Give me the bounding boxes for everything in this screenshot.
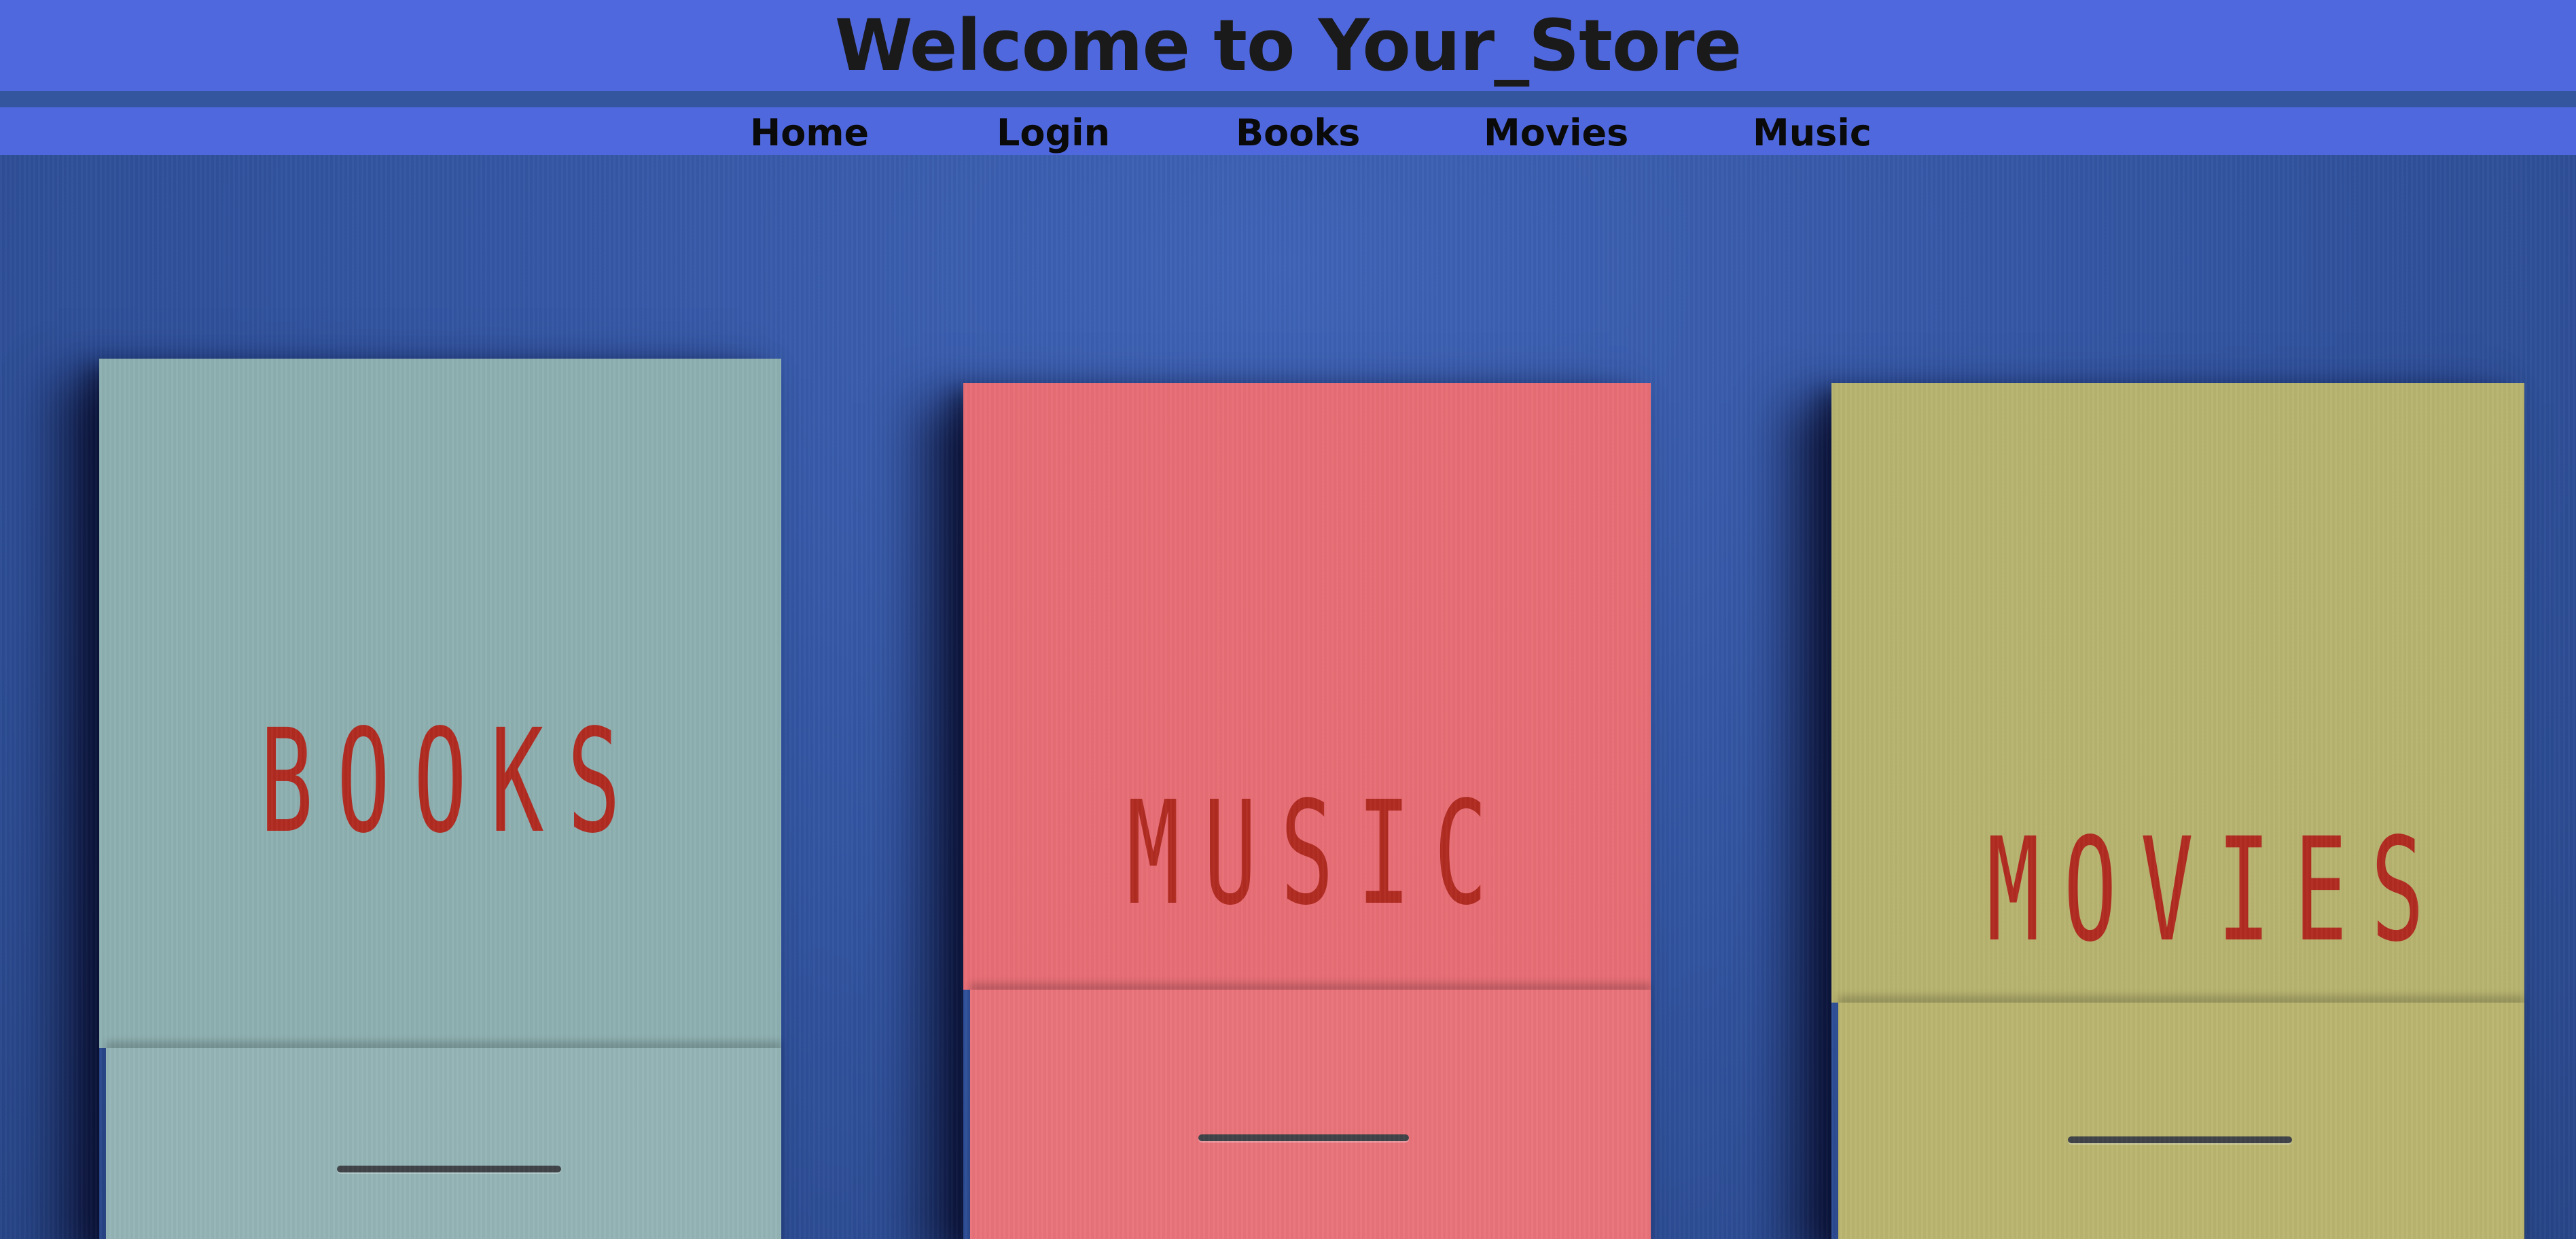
- hero-image: BOOKS MUSIC MOVIES: [0, 155, 2576, 1239]
- matchbook-flap: [970, 990, 1651, 1239]
- nav-bar: Home Login Books Movies Music: [0, 107, 2576, 155]
- staple-books: [337, 1166, 561, 1172]
- page-title: Welcome to Your_Store: [834, 4, 1742, 87]
- nav-item-movies[interactable]: Movies: [1484, 107, 1628, 159]
- matchbook-music: MUSIC: [963, 383, 1651, 1239]
- matchbook-cover: BOOKS: [99, 359, 781, 1048]
- nav-item-books[interactable]: Books: [1236, 107, 1360, 159]
- matchbook-label-music: MUSIC: [1126, 770, 1511, 937]
- header-divider: [0, 91, 2576, 107]
- matchbook-flap: [106, 1048, 781, 1239]
- matchbook-movies: MOVIES: [1831, 383, 2524, 1239]
- staple-music: [1198, 1134, 1409, 1141]
- matchbook-cover: MUSIC: [963, 383, 1651, 990]
- matchbook-flap: [1838, 1003, 2524, 1239]
- nav-item-music[interactable]: Music: [1753, 107, 1872, 159]
- site-header: Welcome to Your_Store: [0, 0, 2576, 91]
- nav-item-login[interactable]: Login: [997, 107, 1110, 159]
- matchbook-books: BOOKS: [99, 359, 781, 1239]
- matchbook-label-books: BOOKS: [260, 698, 645, 865]
- matchbook-cover: MOVIES: [1831, 383, 2524, 1003]
- staple-movies: [2068, 1136, 2292, 1143]
- nav-item-home[interactable]: Home: [750, 107, 869, 159]
- matchbook-label-movies: MOVIES: [1986, 807, 2448, 973]
